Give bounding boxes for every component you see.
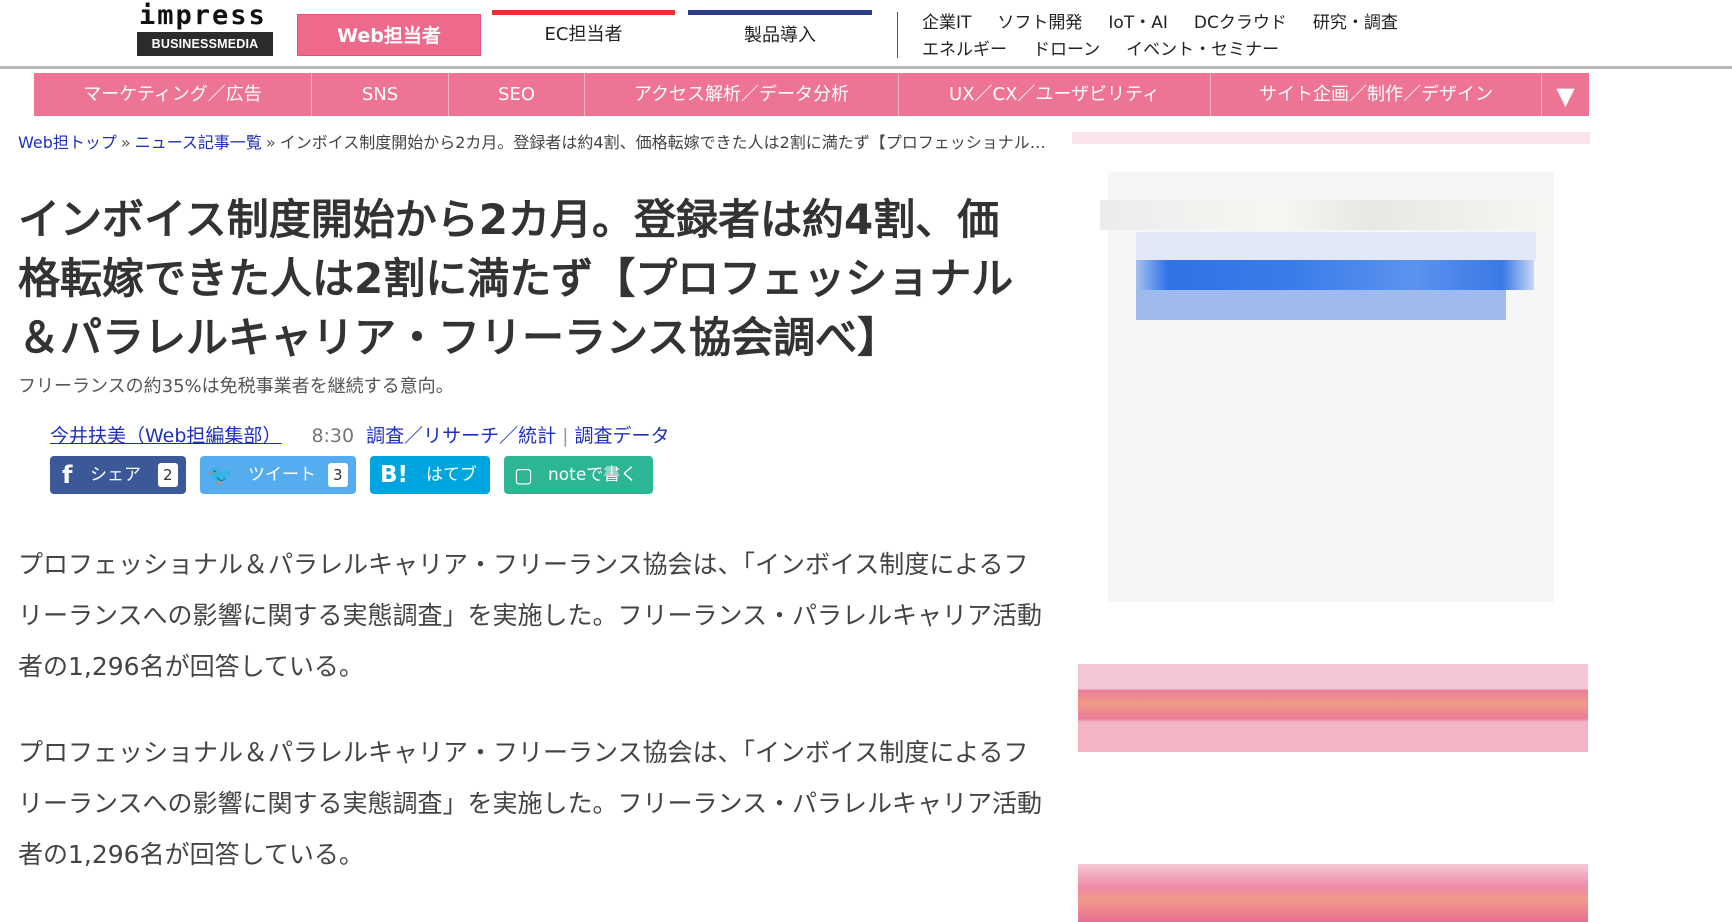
- tab-web-tantosha[interactable]: Web担当者: [297, 14, 481, 56]
- twitter-bird-icon: 🐦: [208, 463, 233, 487]
- category-nav: マーケティング／広告 SNS SEO アクセス解析／データ分析 UX／CX／ユー…: [34, 73, 1589, 116]
- hatena-b-icon: B!: [380, 462, 409, 488]
- nav-seo[interactable]: SEO: [449, 73, 585, 116]
- top-link-research[interactable]: 研究・調査: [1313, 13, 1398, 33]
- top-link-energy[interactable]: エネルギー: [922, 40, 1007, 60]
- article-meta: 今井扶美（Web担編集部） 8:30 調査／リサーチ／統計 | 調査データ: [50, 424, 670, 448]
- top-link-events[interactable]: イベント・セミナー: [1126, 40, 1279, 60]
- facebook-share-label: シェア: [90, 465, 141, 485]
- header-divider: [897, 12, 898, 58]
- pixelated-ad-row: [1136, 232, 1536, 260]
- pixelated-pink-banner[interactable]: [1078, 664, 1588, 752]
- category-link-survey-data[interactable]: 調査データ: [575, 425, 670, 447]
- pixelated-ad-row: [1100, 200, 1550, 230]
- top-link-drone[interactable]: ドローン: [1033, 40, 1100, 60]
- article-paragraph: プロフェッショナル＆パラレルキャリア・フリーランス協会は、「インボイス制度による…: [18, 738, 1043, 869]
- nav-ux[interactable]: UX／CX／ユーザビリティ: [899, 73, 1211, 116]
- publish-time: 8:30: [311, 425, 355, 447]
- top-link-dc-cloud[interactable]: DCクラウド: [1194, 13, 1287, 33]
- article-lead: フリーランスの約35%は免税事業者を継続する意向。: [18, 376, 454, 397]
- top-link-iot-ai[interactable]: IoT・AI: [1108, 13, 1167, 33]
- nav-marketing[interactable]: マーケティング／広告: [34, 73, 312, 116]
- breadcrumb-current: インボイス制度開始から2カ月。登録者は約4割、価格転嫁できた人は2割に満たず【プ…: [279, 133, 1048, 152]
- impress-logo[interactable]: impress BUSINESSMEDIA: [137, 2, 273, 60]
- article-paragraph: プロフェッショナル＆パラレルキャリア・フリーランス協会は、「インボイス制度による…: [18, 550, 1043, 681]
- twitter-tweet-button[interactable]: 🐦 ツイート 3: [200, 456, 356, 494]
- facebook-icon: f: [62, 461, 73, 489]
- note-write-button[interactable]: ▢ noteで書く: [504, 456, 653, 494]
- top-link-software[interactable]: ソフト開発: [997, 13, 1082, 33]
- twitter-tweet-label: ツイート: [248, 465, 316, 485]
- nav-analytics[interactable]: アクセス解析／データ分析: [585, 73, 899, 116]
- pixelated-ad-row: [1136, 290, 1506, 320]
- author-link[interactable]: 今井扶美（Web担編集部）: [50, 425, 281, 447]
- nav-more-chevron-icon[interactable]: ▼: [1542, 73, 1589, 116]
- logo-impress-text: impress: [139, 0, 267, 31]
- meta-separator: |: [562, 425, 569, 447]
- top-links-row-2: エネルギー ドローン イベント・セミナー: [922, 37, 1482, 64]
- facebook-share-count: 2: [158, 463, 178, 487]
- tab-seihin-donyu[interactable]: 製品導入: [688, 10, 872, 61]
- sidebar: [1072, 132, 1590, 922]
- nav-site-design[interactable]: サイト企画／制作／デザイン: [1211, 73, 1542, 116]
- breadcrumb-separator: »: [265, 133, 276, 152]
- article-title: インボイス制度開始から2カ月。登録者は約4割、価格転嫁できた人は2割に満たず【プ…: [18, 195, 1014, 362]
- breadcrumb: Web担トップ» ニュース記事一覧» インボイス制度開始から2カ月。登録者は約4割、…: [18, 131, 1048, 155]
- category-link-research[interactable]: 調査／リサーチ／統計: [366, 425, 556, 447]
- breadcrumb-separator: »: [120, 133, 131, 152]
- pixelated-pink-banner[interactable]: [1078, 864, 1588, 922]
- top-links-row-1: 企業IT ソフト開発 IoT・AI DCクラウド 研究・調査: [922, 10, 1482, 37]
- hatena-bookmark-label: はてブ: [426, 465, 477, 485]
- note-write-label: noteで書く: [548, 465, 638, 485]
- twitter-tweet-count: 3: [328, 463, 348, 487]
- note-icon: ▢: [514, 463, 533, 487]
- hatena-bookmark-button[interactable]: B! はてブ: [370, 456, 490, 494]
- site-header: impress BUSINESSMEDIA Web担当者 EC担当者 製品導入 …: [0, 0, 1732, 69]
- pixelated-ad-row: [1136, 260, 1534, 290]
- nav-sns[interactable]: SNS: [312, 73, 449, 116]
- sidebar-top-strip: [1072, 132, 1590, 144]
- top-links: 企業IT ソフト開発 IoT・AI DCクラウド 研究・調査 エネルギー ドローン イベント…: [922, 10, 1482, 64]
- tab-ec-tantosha[interactable]: EC担当者: [492, 10, 675, 61]
- logo-businessmedia-text: BUSINESSMEDIA: [137, 32, 273, 56]
- breadcrumb-news-list[interactable]: ニュース記事一覧: [135, 133, 262, 152]
- breadcrumb-home[interactable]: Web担トップ: [18, 133, 117, 152]
- top-link-enterprise-it[interactable]: 企業IT: [922, 13, 971, 33]
- facebook-share-button[interactable]: f シェア 2: [50, 456, 186, 494]
